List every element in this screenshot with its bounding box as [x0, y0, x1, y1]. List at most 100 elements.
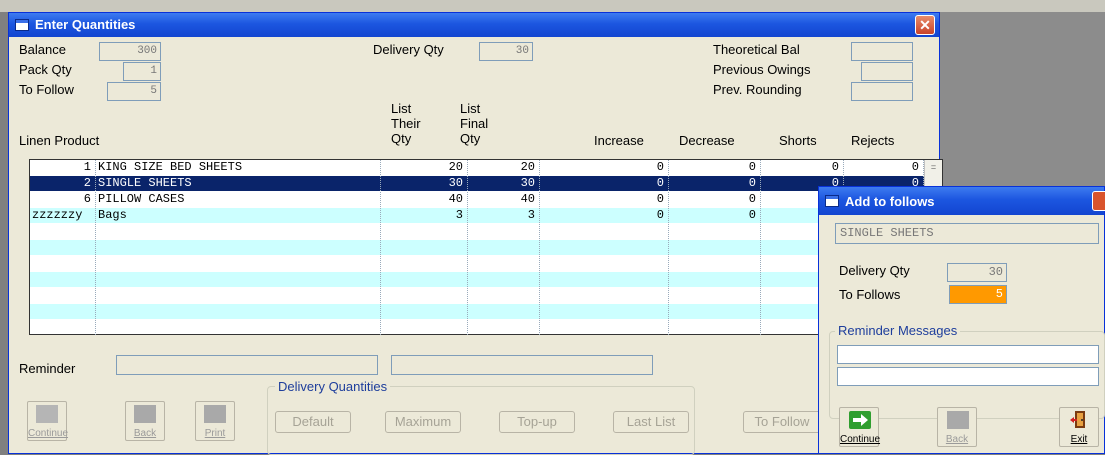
- cell-their-qty: 3: [381, 208, 468, 223]
- empty-row: [30, 304, 924, 319]
- back-button[interactable]: Back: [125, 401, 165, 441]
- desktop-strip: [0, 0, 1105, 12]
- previous-owings-label: Previous Owings: [713, 62, 811, 77]
- table-row[interactable]: 2 SINGLE SHEETS 30 30 0 0 0 0: [30, 176, 924, 191]
- enter-quantities-window: Enter Quantities ✕ Balance 300 Pack Qty …: [8, 12, 943, 455]
- reminder-message-field-2[interactable]: [837, 367, 1099, 386]
- table-row[interactable]: zzzzzzy Bags 3 3 0 0: [30, 208, 924, 223]
- reminder-field-2[interactable]: [391, 355, 653, 375]
- to-follows-field[interactable]: 5: [949, 285, 1007, 304]
- cell-final-qty: 30: [468, 176, 540, 191]
- reminder-messages-label: Reminder Messages: [835, 323, 961, 338]
- empty-row: [30, 256, 924, 271]
- balance-field[interactable]: 300: [99, 42, 161, 61]
- popup-back-button[interactable]: Back: [937, 407, 977, 447]
- cell-increase: 0: [540, 208, 669, 223]
- popup-product-field[interactable]: SINGLE SHEETS: [835, 223, 1099, 244]
- to-follow-button[interactable]: To Follow: [743, 411, 821, 433]
- cell-empty: [30, 304, 96, 319]
- cell-empty: [381, 240, 468, 255]
- col-header-final-qty: List Final Qty: [460, 101, 488, 146]
- empty-row: [30, 320, 924, 335]
- reminder-field-1[interactable]: [116, 355, 378, 375]
- default-button[interactable]: Default: [275, 411, 351, 433]
- printer-icon: [204, 405, 226, 423]
- cell-product: SINGLE SHEETS: [96, 176, 381, 191]
- cell-empty: [669, 304, 761, 319]
- cell-empty: [381, 320, 468, 335]
- cell-empty: [669, 288, 761, 303]
- scroll-thumb[interactable]: =: [927, 162, 940, 177]
- cell-empty: [96, 272, 381, 287]
- add-to-follows-window: Add to follows SINGLE SHEETS Delivery Qt…: [818, 186, 1105, 454]
- cell-decrease: 0: [669, 176, 761, 191]
- cell-product: PILLOW CASES: [96, 192, 381, 207]
- previous-owings-field[interactable]: [861, 62, 913, 81]
- close-button[interactable]: ✕: [915, 15, 935, 35]
- table-row[interactable]: 6 PILLOW CASES 40 40 0 0: [30, 192, 924, 207]
- cell-their-qty: 40: [381, 192, 468, 207]
- continue-icon: [36, 405, 58, 423]
- reminder-message-field-1[interactable]: [837, 345, 1099, 364]
- continue-button[interactable]: Continue: [27, 401, 68, 441]
- pack-qty-label: Pack Qty: [19, 62, 72, 77]
- cell-empty: [540, 272, 669, 287]
- popup-back-label: Back: [945, 434, 969, 445]
- reminder-label: Reminder: [19, 361, 76, 376]
- cell-shorts: 0: [761, 160, 844, 175]
- popup-delivery-qty-field[interactable]: 30: [947, 263, 1007, 282]
- cell-empty: [30, 256, 96, 271]
- empty-row: [30, 240, 924, 255]
- cell-decrease: 0: [669, 208, 761, 223]
- delivery-qty-field[interactable]: 30: [479, 42, 533, 61]
- cell-empty: [468, 272, 540, 287]
- cell-product: Bags: [96, 208, 381, 223]
- pack-qty-field[interactable]: 1: [123, 62, 161, 81]
- cell-empty: [96, 320, 381, 335]
- popup-exit-label: Exit: [1070, 434, 1088, 445]
- cell-empty: [669, 320, 761, 335]
- back-icon: [947, 411, 969, 429]
- popup-window-icon: [825, 195, 839, 207]
- cell-empty: [30, 320, 96, 335]
- cell-empty: [381, 304, 468, 319]
- cell-empty: [669, 224, 761, 239]
- to-follow-field[interactable]: 5: [107, 82, 161, 101]
- window-icon: [15, 19, 29, 31]
- cell-empty: [381, 224, 468, 239]
- popup-delivery-qty-label: Delivery Qty: [839, 263, 910, 278]
- prev-rounding-field[interactable]: [851, 82, 913, 101]
- cell-empty: [381, 272, 468, 287]
- delivery-qty-label: Delivery Qty: [373, 42, 444, 57]
- maximum-button[interactable]: Maximum: [385, 411, 461, 433]
- cell-final-qty: 20: [468, 160, 540, 175]
- col-header-final-qty-line2: Final: [460, 116, 489, 131]
- cell-empty: [96, 288, 381, 303]
- popup-title: Add to follows: [845, 194, 935, 209]
- cell-empty: [540, 320, 669, 335]
- cell-increase: 0: [540, 160, 669, 175]
- exit-door-icon: [1070, 411, 1085, 428]
- cell-increase: 0: [540, 176, 669, 191]
- title-bar: Enter Quantities ✕: [9, 13, 939, 37]
- print-button[interactable]: Print: [195, 401, 235, 441]
- cell-empty: [468, 224, 540, 239]
- back-icon: [134, 405, 156, 423]
- empty-row: [30, 272, 924, 287]
- cell-empty: [468, 320, 540, 335]
- col-header-shorts: Shorts: [779, 133, 817, 148]
- cell-empty: [30, 288, 96, 303]
- popup-continue-button[interactable]: Continue: [839, 407, 880, 447]
- delivery-quantities-label: Delivery Quantities: [275, 379, 391, 394]
- cell-increase: 0: [540, 192, 669, 207]
- popup-close-button[interactable]: [1092, 191, 1105, 211]
- cell-empty: [468, 304, 540, 319]
- print-label: Print: [204, 428, 226, 439]
- theoretical-bal-field[interactable]: [851, 42, 913, 61]
- topup-button[interactable]: Top-up: [499, 411, 575, 433]
- cell-empty: [540, 256, 669, 271]
- last-list-button[interactable]: Last List: [613, 411, 689, 433]
- table-row[interactable]: 1 KING SIZE BED SHEETS 20 20 0 0 0 0: [30, 160, 924, 175]
- popup-exit-button[interactable]: Exit: [1059, 407, 1099, 447]
- cell-empty: [540, 288, 669, 303]
